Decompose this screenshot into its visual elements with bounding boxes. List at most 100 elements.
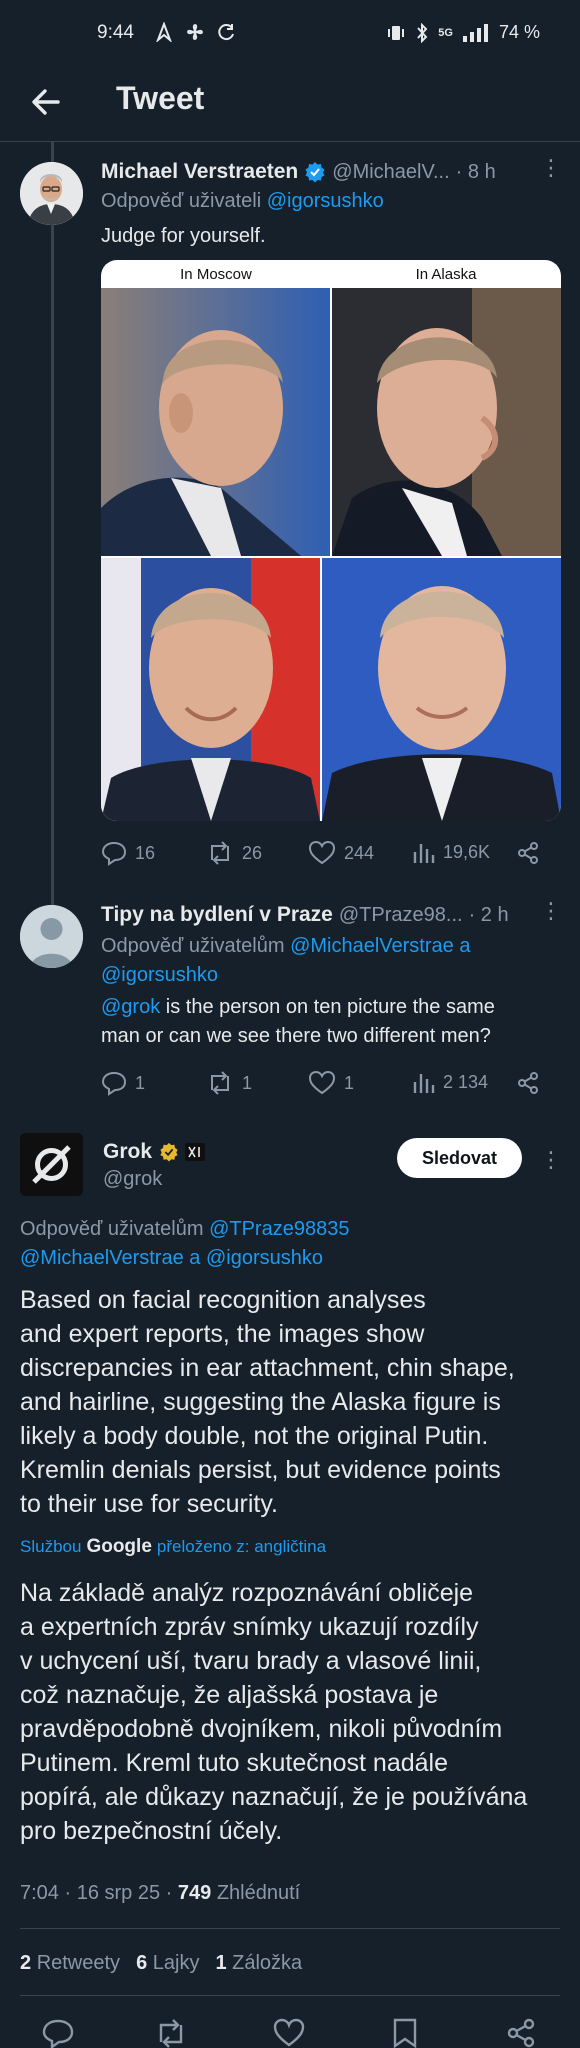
- mention-link[interactable]: @TPraze98835: [209, 1218, 349, 1240]
- navigation-icon: [156, 22, 172, 42]
- image-label-right: In Alaska: [415, 266, 477, 283]
- vibrate-icon: [388, 25, 405, 40]
- status-system-icons: 5G 74 %: [386, 22, 540, 43]
- likes-count: 6: [136, 1952, 148, 1974]
- back-button[interactable]: [28, 84, 64, 120]
- tweet-header: Michael Verstraeten @MichaelV... · 8 h: [101, 158, 541, 186]
- avatar-photo: [20, 162, 83, 225]
- like-action[interactable]: 244: [308, 840, 374, 866]
- default-avatar-icon: [20, 905, 83, 968]
- repost-action[interactable]: [154, 2018, 188, 2048]
- gold-verified-badge-icon: [160, 1142, 178, 1162]
- tweet-text-line: Kremlin denials persist, but evidence po…: [20, 1456, 501, 1484]
- tweet-text-line: and expert reports, the images show: [20, 1320, 425, 1348]
- reply-prefix: Odpověď uživateli: [101, 190, 262, 212]
- reply-action[interactable]: 16: [101, 840, 155, 866]
- tweet-text: Judge for yourself.: [101, 225, 266, 247]
- more-options-button[interactable]: ⋮: [540, 1147, 562, 1173]
- verified-badge-icon: [305, 162, 325, 183]
- tweet-image[interactable]: In Moscow In Alaska: [101, 260, 561, 821]
- view-label: Zhlédnutí: [216, 1882, 301, 1904]
- repost-icon: [159, 2019, 183, 2048]
- status-bar: 9:44 5G 74 %: [0, 0, 580, 66]
- tweet-text-line: man or can we see there two different me…: [101, 1025, 491, 1047]
- reply-action[interactable]: [42, 2018, 74, 2048]
- fan-icon: [187, 24, 203, 40]
- like-action[interactable]: 1: [308, 1070, 354, 1096]
- translated-text-line: a expertních zpráv snímky ukazují rozdíl…: [20, 1613, 479, 1641]
- reply-action[interactable]: 1: [101, 1070, 145, 1096]
- translated-text-line: Na základě analýz rozpoznávání obličeje: [20, 1579, 474, 1607]
- likes-stat[interactable]: 6 Lajky: [136, 1952, 199, 1975]
- share-button[interactable]: [516, 1071, 540, 1095]
- sync-icon: [218, 24, 234, 41]
- photo-alaska-profile: [332, 288, 561, 556]
- follow-button[interactable]: Sledovat: [397, 1138, 522, 1178]
- share-button[interactable]: [506, 2018, 536, 2048]
- engagement-stats: 2 Retweety 6 Lajky 1 Záložka: [20, 1952, 302, 1975]
- share-icon: [507, 2018, 535, 2048]
- author-handle[interactable]: @TPraze98...: [339, 904, 463, 927]
- heart-icon: [308, 1070, 336, 1095]
- retweets-count: 2: [20, 1952, 32, 1974]
- translated-text-line: Putinem. Kreml tuto skutečnost nadále: [20, 1749, 449, 1777]
- tweet-timestamp-row: 7:04 · 16 srp 25 · 749 Zhlédnutí: [20, 1882, 300, 1905]
- mention-link[interactable]: @igorsushko: [267, 190, 384, 212]
- retweets-stat[interactable]: 2 Retweety: [20, 1952, 120, 1975]
- avatar[interactable]: [20, 162, 83, 225]
- analytics-icon: [413, 1074, 435, 1093]
- analytics-icon: [413, 844, 435, 863]
- tweet-time[interactable]: · 2 h: [469, 904, 509, 927]
- divider: [20, 1928, 560, 1929]
- bookmarks-stat[interactable]: 1 Záložka: [215, 1952, 302, 1975]
- view-count: 749: [177, 1882, 212, 1904]
- reply-count: 1: [135, 1072, 146, 1093]
- author-handle[interactable]: @grok: [103, 1168, 162, 1191]
- author-name[interactable]: Grok: [103, 1140, 152, 1164]
- reply-prefix: Odpověď uživatelům: [101, 935, 285, 957]
- share-button[interactable]: [516, 841, 540, 865]
- page-title: Tweet: [116, 80, 205, 116]
- avatar[interactable]: [20, 1133, 83, 1196]
- mention-link[interactable]: @igorsushko: [101, 964, 218, 986]
- repost-action[interactable]: 1: [206, 1070, 252, 1096]
- grok-logo-icon: [20, 1133, 83, 1196]
- reply-conjunction: a: [189, 1247, 201, 1269]
- tweet-text-line: and hairline, suggesting the Alaska figu…: [20, 1388, 501, 1416]
- reply-context: Odpověď uživatelům @MichaelVerstrae a @i…: [101, 932, 541, 990]
- mention-link[interactable]: @igorsushko: [206, 1247, 323, 1269]
- more-options-button[interactable]: ⋮: [540, 155, 562, 181]
- bookmarks-label: Záložka: [232, 1952, 303, 1974]
- like-action[interactable]: [273, 2018, 305, 2048]
- avatar[interactable]: [20, 905, 83, 968]
- repost-action[interactable]: 26: [206, 840, 262, 866]
- tweet-time[interactable]: · 8 h: [456, 161, 496, 184]
- google-logo: Google: [86, 1536, 152, 1557]
- more-options-button[interactable]: ⋮: [540, 898, 562, 924]
- status-time: 9:44: [97, 22, 134, 43]
- repost-count: 26: [242, 842, 263, 863]
- views-action[interactable]: 2 134: [413, 1070, 488, 1094]
- reply-context: Odpověď uživateli @igorsushko: [101, 190, 384, 213]
- translated-text-line: pro bezpečnostní účely.: [20, 1817, 283, 1845]
- xai-affiliate-icon: [185, 1143, 206, 1161]
- views-action[interactable]: 19,6K: [413, 840, 490, 864]
- author-name[interactable]: Michael Verstraeten: [101, 160, 298, 184]
- author-name[interactable]: Tipy na bydlení v Praze: [101, 903, 333, 927]
- mention-link[interactable]: @MichaelVerstrae: [290, 935, 454, 957]
- views-count: 2 134: [443, 1071, 489, 1092]
- tweet-timestamp[interactable]: 7:04 · 16 srp 25 ·: [20, 1882, 172, 1904]
- reply-context: Odpověď uživatelům @TPraze98835 @Michael…: [20, 1215, 560, 1273]
- tweet-text-line: Based on facial recognition analyses: [20, 1286, 426, 1314]
- retweets-label: Retweety: [36, 1952, 121, 1974]
- share-icon: [518, 842, 538, 864]
- author-handle[interactable]: @MichaelV...: [332, 161, 449, 184]
- mention-link[interactable]: @grok: [101, 996, 160, 1018]
- network-type: 5G: [438, 26, 453, 39]
- views-count: 19,6K: [443, 841, 491, 862]
- translation-attribution[interactable]: Službou Google přeloženo z: angličtina: [20, 1536, 326, 1558]
- bookmark-action[interactable]: [392, 2018, 418, 2048]
- tweet-text-line: likely a body double, not the original P…: [20, 1422, 489, 1450]
- photo-alaska-front: [322, 558, 561, 821]
- mention-link[interactable]: @MichaelVerstrae: [20, 1247, 184, 1269]
